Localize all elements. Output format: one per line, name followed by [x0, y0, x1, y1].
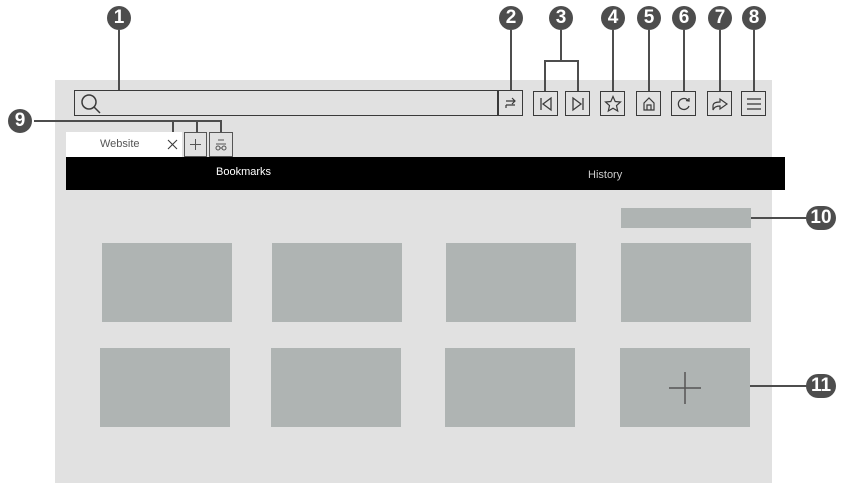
refresh-button[interactable] — [671, 91, 696, 116]
callout-line-2 — [510, 30, 512, 90]
callout-line-1 — [118, 30, 120, 90]
forward-icon — [570, 96, 586, 112]
home-button[interactable] — [636, 91, 661, 116]
edit-bookmarks-button[interactable] — [621, 208, 751, 228]
bookmark-tile[interactable] — [100, 348, 230, 427]
callout-8: 8 — [742, 6, 766, 30]
callout-1: 1 — [107, 6, 131, 30]
back-button[interactable] — [533, 91, 558, 116]
plus-icon — [668, 371, 702, 405]
search-input[interactable] — [105, 93, 489, 113]
refresh-icon — [676, 96, 692, 112]
go-icon — [503, 95, 519, 111]
callout-line-5 — [648, 30, 650, 91]
bookmark-tile[interactable] — [272, 243, 402, 322]
search-icon — [80, 93, 102, 115]
callout-9: 9 — [8, 109, 32, 133]
callout-line-10 — [751, 217, 807, 219]
add-bookmark-tile[interactable] — [620, 348, 750, 427]
bookmark-tile[interactable] — [446, 243, 576, 322]
callout-line-3 — [560, 30, 562, 60]
callout-4: 4 — [601, 6, 625, 30]
callout-line-8 — [753, 30, 755, 91]
callout-2: 2 — [499, 6, 523, 30]
callout-line-9 — [220, 120, 222, 132]
callout-line-9 — [34, 120, 222, 122]
callout-7: 7 — [708, 6, 732, 30]
callout-line-4 — [612, 30, 614, 91]
close-icon[interactable] — [167, 139, 178, 150]
callout-line-3 — [544, 60, 578, 62]
tab-website[interactable]: Website — [66, 132, 182, 157]
plus-icon — [189, 138, 202, 151]
forward-button[interactable] — [565, 91, 590, 116]
callout-line-9 — [172, 120, 174, 132]
back-icon — [538, 96, 554, 112]
bookmark-tile[interactable] — [621, 243, 751, 322]
callout-11: 11 — [806, 374, 836, 398]
menu-icon — [745, 96, 763, 112]
content-nav-bar: Bookmarks History — [66, 157, 785, 190]
callout-5: 5 — [637, 6, 661, 30]
callout-line-3 — [577, 60, 579, 91]
callout-10: 10 — [806, 206, 836, 230]
menu-button[interactable] — [741, 91, 766, 116]
address-bar[interactable] — [74, 90, 498, 116]
callout-3: 3 — [549, 6, 573, 30]
go-button[interactable] — [498, 90, 523, 116]
callout-line-11 — [750, 385, 807, 387]
bookmark-tile[interactable] — [102, 243, 232, 322]
bookmark-tile[interactable] — [445, 348, 575, 427]
bookmarks-tab[interactable]: Bookmarks — [216, 166, 271, 178]
callout-line-6 — [683, 30, 685, 91]
incognito-icon — [214, 138, 228, 152]
history-tab[interactable]: History — [588, 169, 622, 181]
new-tab-button[interactable] — [184, 132, 207, 157]
star-icon — [603, 94, 622, 113]
share-button[interactable] — [707, 91, 732, 116]
incognito-tab-button[interactable] — [209, 132, 233, 157]
bookmark-tile[interactable] — [271, 348, 401, 427]
callout-line-9 — [196, 120, 198, 132]
callout-line-7 — [719, 30, 721, 91]
share-icon — [711, 95, 729, 113]
callout-line-3 — [544, 60, 546, 91]
bookmark-button[interactable] — [600, 91, 625, 116]
tab-label: Website — [100, 138, 140, 150]
callout-6: 6 — [672, 6, 696, 30]
home-icon — [641, 96, 657, 112]
